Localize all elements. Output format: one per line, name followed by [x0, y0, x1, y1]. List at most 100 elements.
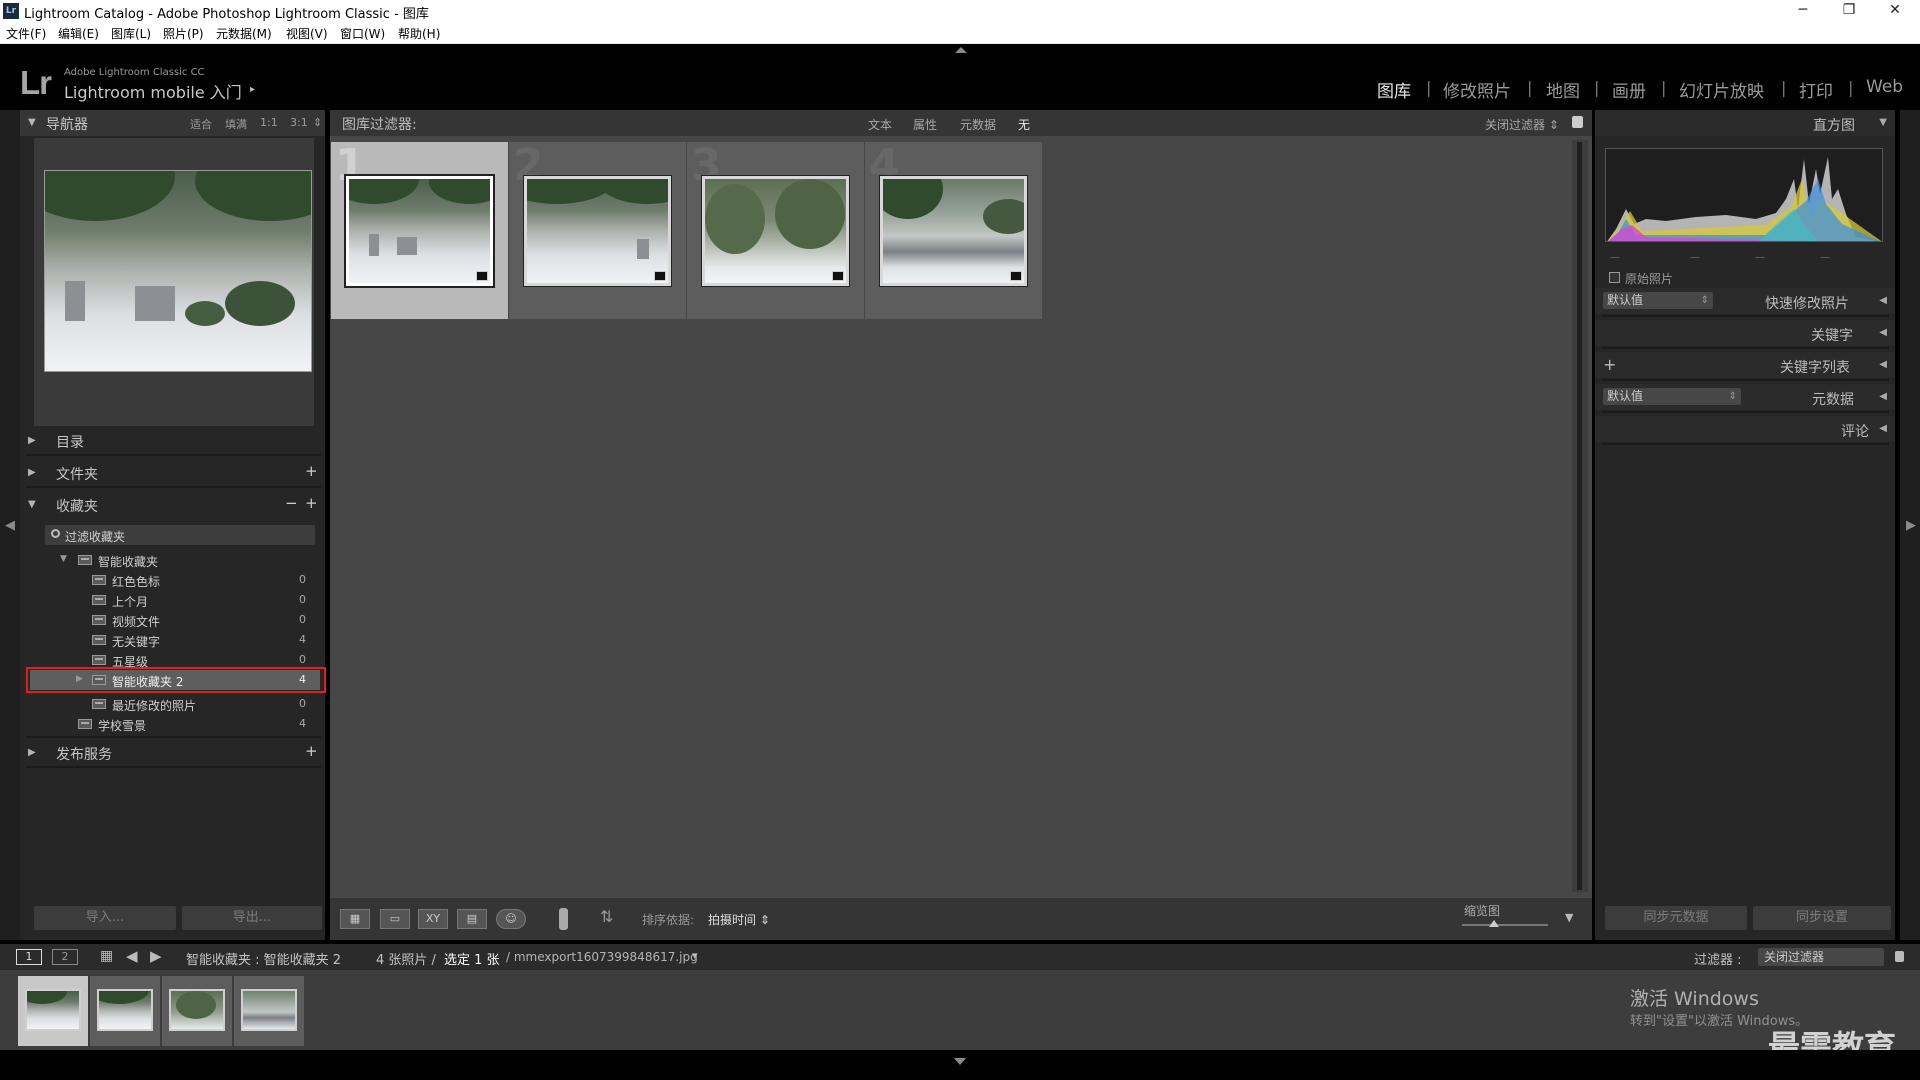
import-button[interactable]: 导入... — [34, 906, 176, 930]
zoom-fit[interactable]: 适合 — [190, 116, 212, 132]
left-panel-toggle-icon[interactable]: ◀ — [5, 518, 15, 533]
add-publish-button[interactable]: + — [305, 742, 318, 760]
forward-arrow-icon[interactable]: ▶ — [150, 947, 162, 965]
menu-edit[interactable]: 编辑(E) — [58, 25, 99, 42]
module-develop[interactable]: 修改照片 — [1443, 77, 1511, 102]
close-button[interactable]: ✕ — [1872, 0, 1918, 22]
grid-cell[interactable]: 3 — [687, 140, 864, 319]
menu-file[interactable]: 文件(F) — [6, 25, 46, 42]
comments-header[interactable]: 评论 ◀ — [1595, 416, 1895, 442]
grid-cell[interactable]: 1 — [331, 140, 508, 319]
toolbar-menu-icon[interactable]: ▼ — [1565, 911, 1573, 924]
back-arrow-icon[interactable]: ◀ — [126, 947, 138, 965]
slider-handle[interactable] — [1489, 920, 1499, 927]
spray-can-icon[interactable] — [559, 908, 568, 930]
keywording-header[interactable]: 关键字 ◀ — [1595, 320, 1895, 346]
main-window-button[interactable]: 1 — [16, 949, 42, 965]
collection-recently-modified[interactable]: 最近修改的照片 0 — [30, 694, 320, 714]
filmstrip-cell[interactable] — [234, 976, 304, 1046]
module-print[interactable]: 打印 — [1799, 77, 1833, 102]
right-panel-toggle-icon[interactable]: ▶ — [1906, 518, 1916, 533]
filename-arrow-icon[interactable]: ▾ — [692, 949, 698, 962]
export-button[interactable]: 导出... — [182, 906, 322, 930]
catalog-header[interactable]: ▶ 目录 — [20, 428, 325, 454]
navigator-header[interactable]: ▼ 导航器 适合 填满 1:1 3:1 ⇕ — [20, 110, 325, 136]
grid-icon[interactable]: ▦ — [100, 948, 113, 964]
second-window-button[interactable]: 2 — [52, 949, 78, 965]
publish-header[interactable]: ▶ 发布服务 + — [20, 740, 325, 766]
filmstrip-filter-select[interactable]: 关闭过滤器 — [1758, 948, 1884, 966]
menu-view[interactable]: 视图(V) — [286, 25, 328, 42]
filmstrip-cell[interactable] — [162, 976, 232, 1046]
grid-scrollbar[interactable] — [1572, 140, 1588, 892]
filmstrip-thumbnail[interactable] — [169, 989, 225, 1031]
restore-button[interactable]: ❐ — [1826, 0, 1872, 22]
thumbnail-size-slider[interactable] — [1462, 924, 1548, 926]
remove-collection-button[interactable]: − — [285, 494, 298, 512]
collection-red-label[interactable]: 红色色标 0 — [30, 570, 320, 590]
lock-icon[interactable] — [1572, 116, 1583, 128]
zoom-3-1[interactable]: 3:1 — [290, 116, 308, 129]
collection-video-files[interactable]: 视频文件 0 — [30, 610, 320, 630]
source-breadcrumb[interactable]: 智能收藏夹 : 智能收藏夹 2 — [186, 949, 341, 968]
menu-photo[interactable]: 照片(P) — [163, 25, 204, 42]
metadata-preset-select[interactable]: 默认值 ⇕ — [1603, 388, 1741, 405]
collections-header[interactable]: ▼ 收藏夹 − + — [20, 492, 325, 518]
zoom-fill[interactable]: 填满 — [225, 116, 247, 132]
filter-lock-icon[interactable] — [1895, 951, 1904, 962]
grid-view-icon[interactable]: ▦ — [340, 909, 370, 929]
folders-header[interactable]: ▶ 文件夹 + — [20, 460, 325, 486]
filmstrip-thumbnail[interactable] — [97, 989, 153, 1031]
tagline-arrow-icon[interactable]: ▸ — [250, 84, 255, 95]
loupe-view-icon[interactable]: ▭ — [380, 909, 410, 929]
menu-window[interactable]: 窗口(W) — [340, 25, 385, 42]
module-book[interactable]: 画册 — [1612, 77, 1646, 102]
collection-school-snow[interactable]: 学校雪景 4 — [30, 714, 320, 734]
filter-attribute[interactable]: 属性 — [913, 116, 937, 133]
menu-help[interactable]: 帮助(H) — [398, 25, 440, 42]
filmstrip-thumbnail[interactable] — [241, 989, 297, 1031]
thumbnail[interactable] — [524, 176, 671, 286]
collection-filter-input[interactable]: 过滤收藏夹 — [45, 525, 315, 545]
thumbnail[interactable] — [346, 176, 493, 286]
navigator-photo[interactable] — [44, 170, 312, 372]
navigator-preview[interactable] — [34, 138, 314, 426]
filter-preset-select[interactable]: 关闭过滤器 ⇕ — [1485, 116, 1559, 133]
thumbnail[interactable] — [702, 176, 849, 286]
collection-set-smart[interactable]: ▼ 智能收藏夹 — [30, 550, 320, 570]
filter-none[interactable]: 无 — [1018, 116, 1030, 133]
original-photo-checkbox[interactable] — [1609, 272, 1620, 283]
add-collection-button[interactable]: + — [305, 494, 318, 512]
top-panel-toggle-icon[interactable] — [955, 47, 967, 53]
zoom-stepper-icon[interactable]: ⇕ — [313, 116, 322, 129]
collection-no-keywords[interactable]: 无关键字 4 — [30, 630, 320, 650]
minimize-button[interactable]: ─ — [1780, 0, 1826, 22]
module-web[interactable]: Web — [1866, 77, 1903, 97]
mobile-tagline[interactable]: Lightroom mobile 入门 — [64, 79, 242, 103]
module-slideshow[interactable]: 幻灯片放映 — [1679, 77, 1764, 102]
module-library[interactable]: 图库 — [1377, 77, 1411, 102]
sort-select[interactable]: 拍摄时间 ⇕ — [708, 911, 770, 928]
quick-develop-header[interactable]: 默认值 ⇕ 快速修改照片 ◀ — [1595, 288, 1895, 314]
filmstrip-cell[interactable] — [90, 976, 160, 1046]
expand-icon[interactable]: ▼ — [60, 554, 67, 564]
sync-settings-button[interactable]: 同步设置 — [1753, 906, 1891, 930]
sort-direction-icon[interactable]: ⇅ — [600, 907, 613, 926]
histogram-header[interactable]: 直方图 ▼ — [1595, 110, 1895, 136]
filmstrip-thumbnail[interactable] — [25, 989, 81, 1031]
filter-metadata[interactable]: 元数据 — [960, 116, 996, 133]
sync-metadata-button[interactable]: 同步元数据 — [1605, 906, 1747, 930]
filmstrip-cell[interactable] — [18, 976, 88, 1046]
collection-last-month[interactable]: 上个月 0 — [30, 590, 320, 610]
add-folder-button[interactable]: + — [305, 462, 318, 480]
module-map[interactable]: 地图 — [1546, 77, 1580, 102]
filter-text[interactable]: 文本 — [868, 116, 892, 133]
filename-label[interactable]: / mmexport1607399848617.jpg — [506, 950, 698, 964]
keyword-list-header[interactable]: + 关键字列表 ◀ — [1595, 352, 1895, 378]
add-keyword-button[interactable]: + — [1603, 355, 1616, 374]
thumbnail[interactable] — [880, 176, 1027, 286]
menu-library[interactable]: 图库(L) — [111, 25, 151, 42]
compare-view-icon[interactable]: XY — [418, 909, 448, 929]
people-view-icon[interactable]: ☺ — [496, 909, 526, 929]
quick-develop-preset-select[interactable]: 默认值 ⇕ — [1603, 292, 1713, 309]
